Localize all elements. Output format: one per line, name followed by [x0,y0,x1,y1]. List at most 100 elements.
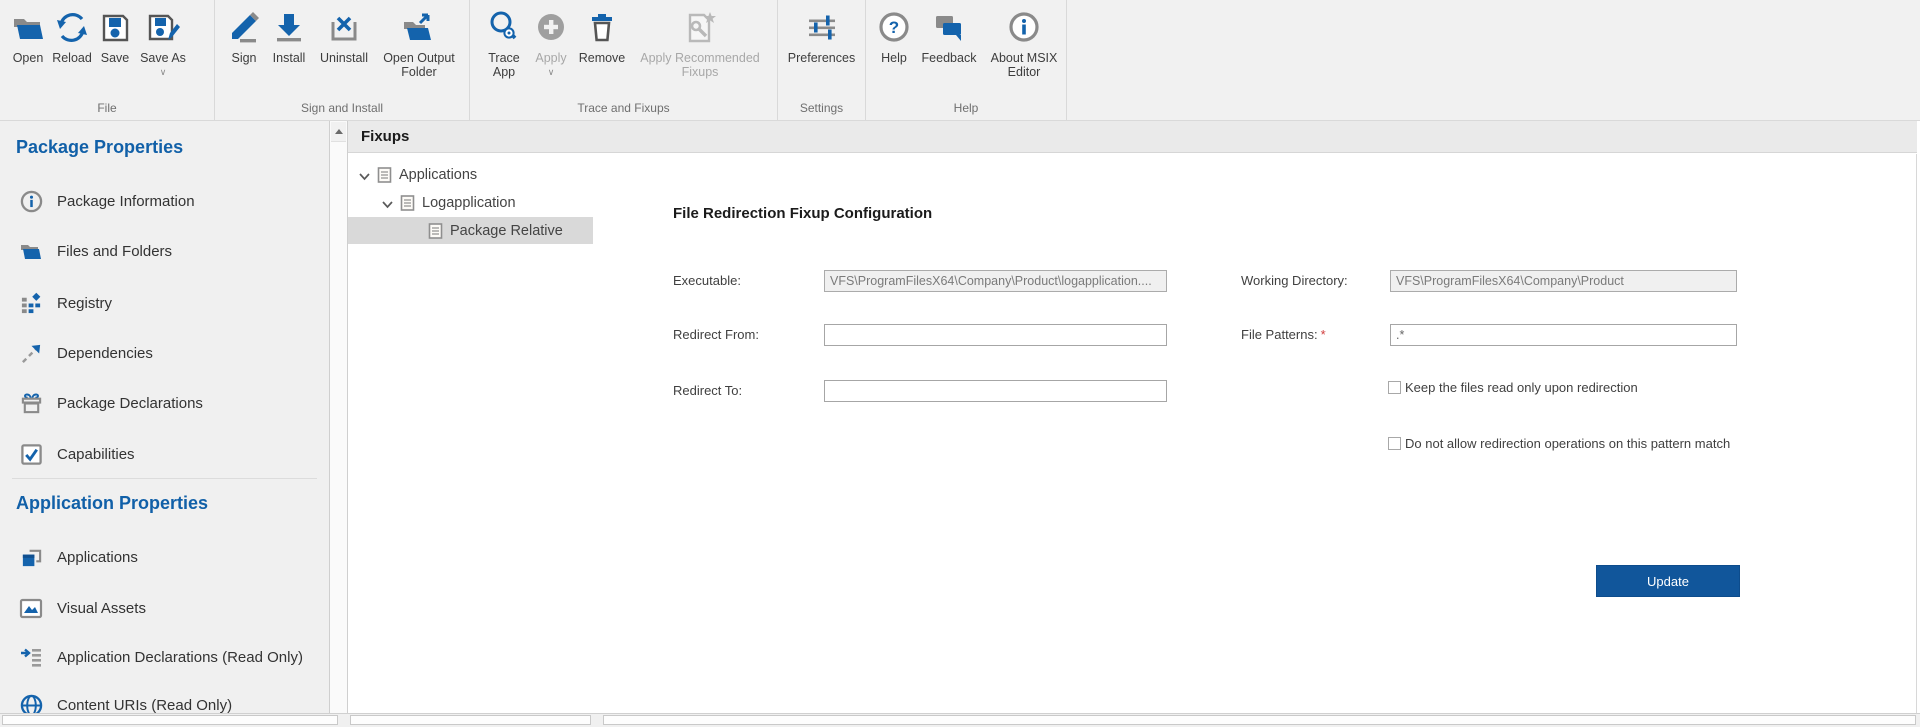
redirect-from-label: Redirect From: [673,327,759,342]
remove-button[interactable]: Remove [574,7,630,66]
update-button[interactable]: Update [1596,565,1740,597]
tree-item-logapplication[interactable]: Logapplication [348,189,626,216]
about-info-icon [1007,7,1041,49]
sidebar-scrollbar[interactable] [329,121,348,713]
document-icon [377,167,392,183]
apply-recommended-fixups-button[interactable]: Apply Recommended Fixups [630,7,770,79]
navigation-sidebar: Package Properties Package Information F… [0,121,329,713]
file-patterns-input[interactable] [1390,324,1737,346]
preferences-button[interactable]: Preferences [783,7,861,66]
sidebar-item-package-information[interactable]: Package Information [0,187,329,215]
sidebar-item-package-declarations[interactable]: Package Declarations [0,389,329,417]
help-button[interactable]: ? Help [872,7,916,66]
open-output-folder-icon [400,7,438,49]
package-properties-heading: Package Properties [16,137,183,158]
save-as-button[interactable]: Save As ∨ [136,7,190,77]
open-output-folder-button[interactable]: Open Output Folder [375,7,463,79]
dependency-arrow-icon [19,341,43,365]
horizontal-scrollbar[interactable] [2,715,338,725]
keep-read-only-checkbox[interactable]: Keep the files read only upon redirectio… [1388,380,1638,395]
checkbox-icon[interactable] [1388,381,1401,394]
trace-app-button[interactable]: Trace App [480,7,528,79]
save-as-icon [145,7,181,49]
checkbox-icon[interactable] [1388,437,1401,450]
remove-trash-icon [585,7,619,49]
executable-input[interactable] [824,270,1167,292]
bottom-scrollbar-area [0,713,1920,727]
chevron-down-icon[interactable]: ∨ [160,68,167,77]
vertical-scrollbar[interactable] [1916,154,1920,713]
registry-grid-icon [19,291,43,315]
ribbon-group-label: Sign and Install [215,101,469,115]
feedback-button[interactable]: Feedback [916,7,982,66]
sidebar-item-dependencies[interactable]: Dependencies [0,339,329,367]
ribbon-group-trace-fixups: Trace App Apply ∨ Remove Apply Recommen [470,0,778,120]
ribbon-group-label: Trace and Fixups [470,101,777,115]
save-button[interactable]: Save [94,7,136,66]
required-asterisk: * [1321,327,1326,342]
sidebar-item-visual-assets[interactable]: Visual Assets [0,594,329,622]
ribbon-toolbar: Open Reload Save Save As ∨ [0,0,1920,121]
fixups-panel-header: Fixups [348,121,1917,153]
open-button[interactable]: Open [6,7,50,66]
sidebar-item-content-uris[interactable]: Content URIs (Read Only) [0,691,329,713]
file-patterns-label: File Patterns:* [1241,327,1326,342]
form-title: File Redirection Fixup Configuration [673,205,932,222]
reload-icon [55,7,89,49]
sign-pencil-icon [226,7,262,49]
install-arrow-icon [272,7,306,49]
fixups-tree: Applications Logapplication Package Rela… [348,154,593,713]
scroll-up-button[interactable] [331,122,346,142]
no-redirection-operations-checkbox[interactable]: Do not allow redirection operations on t… [1388,436,1730,451]
recommended-fixups-icon [682,7,718,49]
ribbon-group-label: File [0,101,214,115]
sidebar-item-applications[interactable]: Applications [0,543,329,571]
install-button[interactable]: Install [265,7,313,66]
chevron-down-icon[interactable]: ∨ [548,68,555,77]
reload-button[interactable]: Reload [50,7,94,66]
ribbon-group-sign-install: Sign Install Uninstall Open Output Folde… [215,0,470,120]
uninstall-icon [327,7,361,49]
apply-button[interactable]: Apply ∨ [528,7,574,77]
feedback-bubbles-icon [931,7,967,49]
sidebar-item-files-and-folders[interactable]: Files and Folders [0,237,329,265]
panel-title: Fixups [361,128,409,145]
globe-icon [19,693,43,713]
gift-box-icon [19,391,43,415]
image-icon [19,596,43,620]
chevron-down-icon[interactable] [381,197,395,209]
sidebar-divider [12,478,317,479]
working-directory-input[interactable] [1390,270,1737,292]
sign-button[interactable]: Sign [223,7,265,66]
about-msix-editor-button[interactable]: About MSIX Editor [982,7,1066,79]
ribbon-group-file: Open Reload Save Save As ∨ [0,0,215,120]
fixup-configuration-form: File Redirection Fixup Configuration Exe… [593,154,1916,713]
help-icon: ? [877,7,911,49]
tree-item-applications[interactable]: Applications [348,161,603,188]
arrow-into-list-icon [19,645,43,669]
save-icon [98,7,132,49]
executable-label: Executable: [673,273,741,288]
sidebar-item-registry[interactable]: Registry [0,289,329,317]
info-circle-icon [19,189,43,213]
windows-icon [19,545,43,569]
horizontal-scrollbar[interactable] [350,715,591,725]
document-icon [428,223,443,239]
trace-app-icon [487,7,521,49]
redirect-to-input[interactable] [824,380,1167,402]
uninstall-button[interactable]: Uninstall [313,7,375,66]
document-icon [400,195,415,211]
svg-text:?: ? [889,18,899,37]
sidebar-item-application-declarations[interactable]: Application Declarations (Read Only) [0,643,329,671]
redirect-to-label: Redirect To: [673,383,742,398]
folder-icon [19,239,43,263]
horizontal-scrollbar[interactable] [603,715,1916,725]
sidebar-item-capabilities[interactable]: Capabilities [0,440,329,468]
checkbox-check-icon [19,442,43,466]
ribbon-group-settings: Preferences Settings [778,0,866,120]
redirect-from-input[interactable] [824,324,1167,346]
ribbon-group-label: Settings [778,101,865,115]
preferences-sliders-icon [804,7,840,49]
chevron-down-icon[interactable] [358,169,372,181]
ribbon-empty-space [1067,0,1920,120]
